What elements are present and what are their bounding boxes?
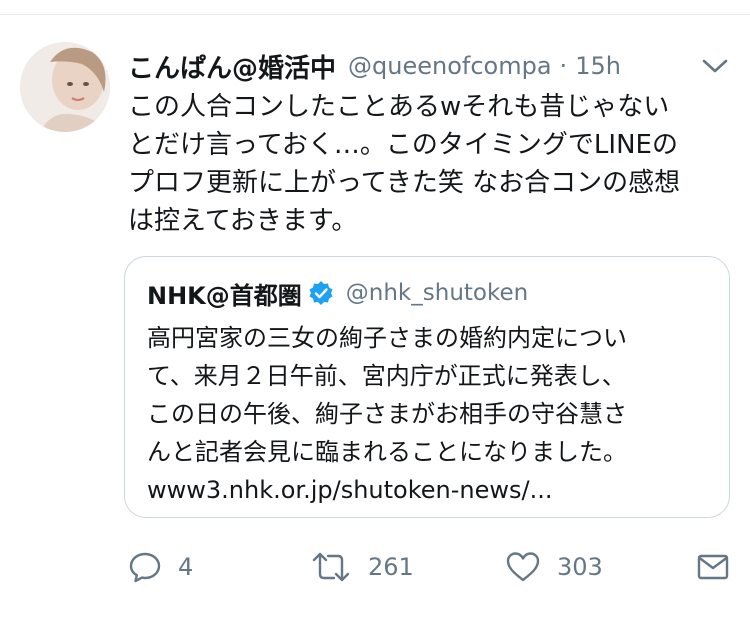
quoted-display-name: NHK@首都圏 [147,281,302,310]
reply-button[interactable]: 4 [128,542,193,592]
top-divider [0,14,750,15]
quoted-text-line: んと記者会見に臨まれることになりました。 [147,438,627,466]
tweet-text: この人合コンしたことあるwそれも昔じゃない とだけ言っておく…。このタイミングで… [128,88,728,240]
like-count: 303 [557,553,603,581]
retweet-count: 261 [368,553,414,581]
tweet-timestamp[interactable]: 15h [575,52,621,80]
retweet-button[interactable]: 261 [310,542,414,592]
quoted-tweet-header: NHK@首都圏 @nhk_shutoken [147,275,528,311]
tweet-actions: 4 261 303 [0,542,750,592]
verified-badge-icon [309,281,333,305]
tweet-header: こんぱん@婚活中 @queenofcompa · 15h [128,48,621,84]
avatar[interactable] [20,42,110,132]
quoted-tweet-card[interactable]: NHK@首都圏 @nhk_shutoken 高円宮家の三女の絢子さまの婚約内定に… [124,256,730,518]
retweet-icon [312,552,350,582]
reply-count: 4 [178,553,194,581]
quoted-tweet-text: 高円宮家の三女の絢子さまの婚約内定につい て、来月２日午前、宮内庁が正式に発表し… [147,319,717,509]
tweet-text-line: は控えておきます。 [128,206,358,236]
quoted-text-line: 高円宮家の三女の絢子さまの婚約内定につい [147,324,627,352]
chevron-down-icon[interactable] [700,54,730,78]
tweet-text-line: プロフ更新に上がってきた笑 なお合コンの感想 [128,168,681,198]
direct-message-button[interactable] [696,542,730,592]
tweet-text-line: この人合コンしたことあるwそれも昔じゃない [128,92,670,122]
display-name[interactable]: こんぱん@婚活中 [128,48,336,85]
quoted-text-line: この日の午後、絢子さまがお相手の守谷慧さ [147,400,627,428]
user-handle[interactable]: @queenofcompa [348,52,552,80]
heart-icon [506,552,540,582]
avatar-image [20,42,110,132]
reply-icon [129,552,161,583]
header-separator: · [559,52,568,80]
tweet-text-line: とだけ言っておく…。このタイミングでLINEの [128,130,678,160]
like-button[interactable]: 303 [505,542,603,592]
quoted-user-handle: @nhk_shutoken [345,280,529,306]
quoted-link[interactable]: www3.nhk.or.jp/shutoken-news/... [147,471,717,509]
envelope-icon [697,554,729,580]
quoted-text-line: て、来月２日午前、宮内庁が正式に発表し、 [147,362,626,390]
